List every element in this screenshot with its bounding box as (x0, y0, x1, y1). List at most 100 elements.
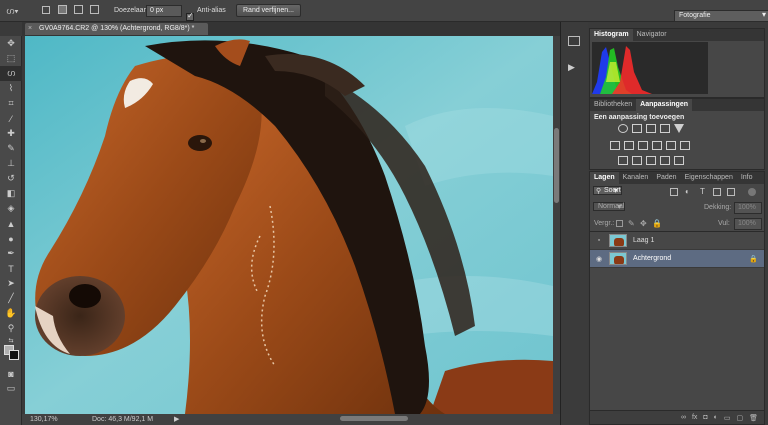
threshold-icon[interactable] (646, 156, 656, 165)
folder-icon[interactable]: ▭ (724, 414, 731, 422)
lock-all-icon[interactable]: 🔒 (652, 219, 662, 228)
swap-colors-icon[interactable]: ⇆ (0, 336, 22, 344)
antialias-checkbox[interactable] (186, 11, 194, 21)
move-tool-icon[interactable]: ✥ (0, 36, 22, 51)
adjustments-panel: Bibliotheken Aanpassingen Een aanpassing… (589, 98, 765, 170)
fill-input[interactable]: 100% (734, 218, 762, 230)
tab-histogram[interactable]: Histogram (590, 29, 633, 41)
workspace-select[interactable]: Fotografie (674, 9, 768, 22)
crop-tool-icon[interactable]: ⌗ (0, 96, 22, 111)
selective-color-icon[interactable] (674, 156, 684, 165)
filter-adjustment-icon[interactable]: ◐ (685, 187, 690, 196)
brightness-icon[interactable] (618, 124, 628, 133)
tab-libraries[interactable]: Bibliotheken (590, 99, 636, 111)
tab-channels[interactable]: Kanalen (619, 172, 653, 184)
background-color-swatch[interactable] (9, 350, 19, 360)
layer-row-achtergrond[interactable]: ◉ Achtergrond 🔒 (590, 250, 764, 268)
new-selection-icon[interactable] (42, 6, 50, 14)
lasso-tool-icon[interactable]: ഗ▾ (6, 6, 19, 17)
brush-tool-icon[interactable]: ✎ (0, 141, 22, 156)
eyedropper-tool-icon[interactable]: ⁄ (0, 111, 22, 126)
exposure-icon[interactable] (660, 124, 670, 133)
hue-saturation-icon[interactable] (610, 141, 620, 150)
fx-icon[interactable]: fx (692, 414, 697, 421)
tab-info[interactable]: Info (737, 172, 757, 184)
document-tab[interactable]: × GV0A9764.CR2 @ 130% (Achtergrond, RG8/… (25, 23, 208, 35)
filter-smart-object-icon[interactable] (727, 188, 735, 196)
tab-navigator[interactable]: Navigator (633, 29, 671, 41)
history-panel-icon[interactable] (568, 36, 580, 46)
hand-tool-icon[interactable]: ✋ (0, 306, 22, 321)
dodge-tool-icon[interactable]: ● (0, 231, 22, 246)
close-icon[interactable]: × (28, 23, 32, 35)
vertical-scrollbar[interactable] (553, 36, 560, 414)
gradient-map-icon[interactable] (660, 156, 670, 165)
filter-pixel-icon[interactable] (670, 188, 678, 196)
lock-transparent-icon[interactable] (616, 220, 623, 227)
tab-properties[interactable]: Eigenschappen (681, 172, 737, 184)
quick-mask-icon[interactable]: ◙ (0, 366, 22, 381)
document-canvas[interactable] (25, 36, 553, 414)
eye-icon[interactable]: ◉ (593, 255, 605, 263)
visibility-toggle-off[interactable]: ▫ (593, 237, 605, 244)
marquee-tool-icon[interactable]: ⬚ (0, 51, 22, 66)
invert-icon[interactable] (618, 156, 628, 165)
healing-brush-tool-icon[interactable]: ✚ (0, 126, 22, 141)
screen-mode-icon[interactable]: ▭ (0, 381, 22, 396)
history-brush-tool-icon[interactable]: ↺ (0, 171, 22, 186)
new-layer-icon[interactable]: ▢ (736, 414, 743, 422)
eraser-tool-icon[interactable]: ◧ (0, 186, 22, 201)
tab-layers[interactable]: Lagen (590, 172, 619, 184)
blend-mode-select[interactable]: Normaal (593, 202, 626, 211)
horizontal-scrollbar-thumb[interactable] (340, 416, 408, 421)
opacity-input[interactable]: 100% (734, 202, 762, 214)
layers-bottom-bar: ∞ fx ◘ ◐ ▭ ▢ 🗑 (590, 410, 764, 424)
paint-bucket-tool-icon[interactable]: ◈ (0, 201, 22, 216)
path-selection-tool-icon[interactable]: ➤ (0, 276, 22, 291)
black-white-icon[interactable] (638, 141, 648, 150)
trash-icon[interactable]: 🗑 (749, 414, 758, 422)
actions-panel-icon[interactable]: ▶ (568, 62, 575, 73)
blur-tool-icon[interactable]: ▲ (0, 216, 22, 231)
clone-stamp-tool-icon[interactable]: ⊥ (0, 156, 22, 171)
refine-edge-button[interactable]: Rand verfijnen... (236, 4, 301, 17)
zoom-tool-icon[interactable]: ⚲ (0, 321, 22, 336)
intersect-selection-icon[interactable] (90, 5, 99, 14)
lock-image-icon[interactable]: ✎ (628, 219, 635, 228)
lasso-tool-icon[interactable]: ഗ (0, 66, 22, 81)
color-lookup-icon[interactable] (680, 141, 690, 150)
subtract-selection-icon[interactable] (74, 5, 83, 14)
feather-input[interactable]: 0 px (146, 5, 182, 17)
status-menu-arrow-icon[interactable]: ▶ (174, 415, 179, 423)
add-selection-icon[interactable] (58, 5, 67, 14)
channel-mixer-icon[interactable] (666, 141, 676, 150)
tab-paths[interactable]: Paden (652, 172, 680, 184)
layer-row-laag-1[interactable]: ▫ Laag 1 (590, 232, 764, 250)
lock-position-icon[interactable]: ✥ (640, 219, 647, 228)
lock-icon: 🔒 (749, 255, 758, 263)
layer-name: Achtergrond (633, 255, 672, 262)
layer-thumbnail (609, 252, 627, 265)
type-tool-icon[interactable]: T (0, 261, 22, 276)
link-icon[interactable]: ∞ (681, 414, 686, 421)
mask-icon[interactable]: ◘ (703, 414, 707, 421)
line-tool-icon[interactable]: ╱ (0, 291, 22, 306)
zoom-level[interactable]: 130,17% (30, 416, 58, 423)
tab-adjustments[interactable]: Aanpassingen (636, 99, 692, 111)
options-bar: ഗ▾ Doezelaar: 0 px Anti-alias Rand verfi… (0, 0, 768, 22)
quick-selection-tool-icon[interactable]: ⌇ (0, 81, 22, 96)
vibrance-icon[interactable] (674, 124, 684, 133)
status-bar: 130,17% Doc: 46,3 M/92,1 M ▶ (22, 414, 560, 425)
vertical-scrollbar-thumb[interactable] (554, 128, 559, 203)
levels-icon[interactable] (632, 124, 642, 133)
adjustment-icon[interactable]: ◐ (714, 414, 718, 421)
color-balance-icon[interactable] (624, 141, 634, 150)
posterize-icon[interactable] (632, 156, 642, 165)
color-swatches[interactable] (0, 344, 21, 366)
filter-toggle-icon[interactable] (748, 188, 756, 196)
photo-filter-icon[interactable] (652, 141, 662, 150)
pen-tool-icon[interactable]: ✒ (0, 246, 22, 261)
filter-type-icon[interactable]: T (700, 187, 705, 196)
filter-shape-icon[interactable] (713, 188, 721, 196)
curves-icon[interactable] (646, 124, 656, 133)
